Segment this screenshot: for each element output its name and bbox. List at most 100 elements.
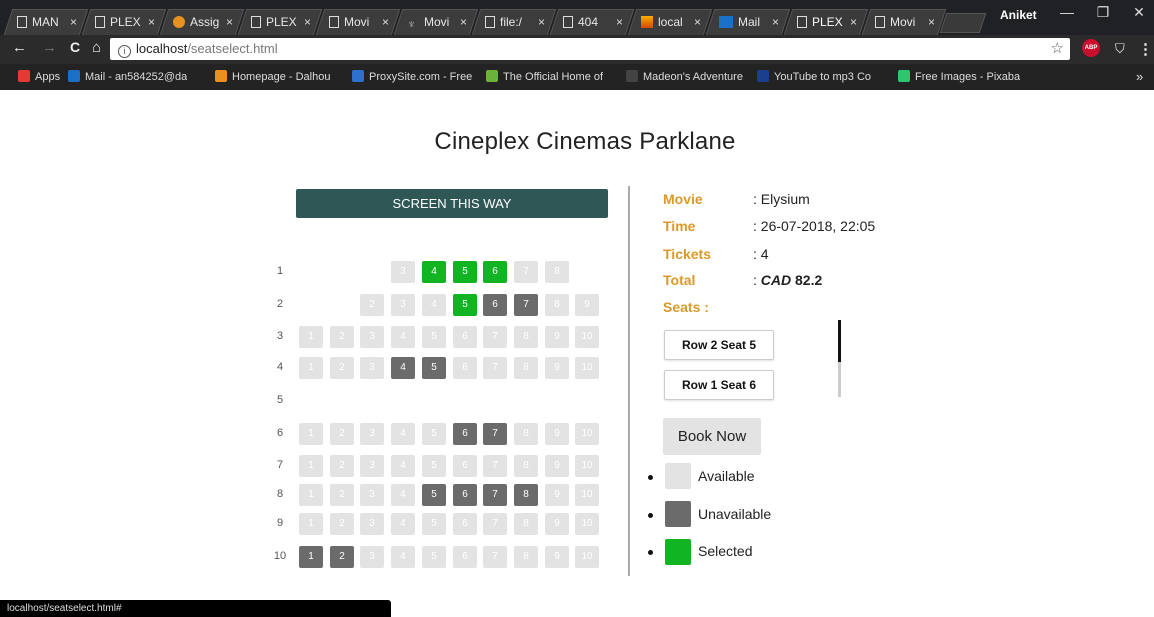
seat-available[interactable]: 3 [360,484,384,506]
seat-available[interactable]: 3 [360,326,384,348]
seat-available[interactable]: 5 [422,513,446,535]
seat-available[interactable]: 10 [575,513,599,535]
reload-icon[interactable]: C [70,39,80,55]
seat-available[interactable]: 4 [391,326,415,348]
bookmark-star-icon[interactable]: ☆ [1051,38,1064,60]
seat-available[interactable]: 3 [360,546,384,568]
seats-scrollbar-thumb[interactable] [838,320,841,362]
seat-available[interactable]: 5 [422,455,446,477]
apps-bookmark[interactable]: Apps [18,64,60,90]
seat-available[interactable]: 2 [330,455,354,477]
seat-available[interactable]: 6 [453,326,477,348]
tab-close-icon[interactable]: × [772,10,779,34]
close-window-icon[interactable]: ✕ [1124,4,1154,21]
seat-available[interactable]: 9 [545,455,569,477]
seat-available[interactable]: 6 [453,357,477,379]
bookmark-item[interactable]: Homepage - Dalhou [215,64,330,90]
seat-available[interactable]: 9 [575,294,599,316]
browser-tab[interactable]: local × [627,9,713,35]
bookmark-item[interactable]: YouTube to mp3 Co [757,64,871,90]
seat-available[interactable]: 2 [330,513,354,535]
tab-close-icon[interactable]: × [460,10,467,34]
profile-name[interactable]: Aniket [1000,8,1037,22]
bookmark-item[interactable]: ProxySite.com - Free [352,64,472,90]
seat-available[interactable]: 8 [514,326,538,348]
seat-available[interactable]: 3 [391,294,415,316]
bookmark-item[interactable]: The Official Home of [486,64,603,90]
seat-available[interactable]: 9 [545,484,569,506]
tab-close-icon[interactable]: × [850,10,857,34]
seat-available[interactable]: 8 [545,261,569,283]
seat-available[interactable]: 7 [514,261,538,283]
tab-close-icon[interactable]: × [616,10,623,34]
seat-available[interactable]: 3 [360,423,384,445]
seat-available[interactable]: 8 [514,357,538,379]
seat-available[interactable]: 7 [483,455,507,477]
adblock-icon[interactable]: ABP [1082,39,1100,57]
seat-available[interactable]: 7 [483,326,507,348]
seat-available[interactable]: 6 [453,546,477,568]
seat-available[interactable]: 1 [299,423,323,445]
seat-available[interactable]: 10 [575,357,599,379]
browser-tab[interactable]: Assig × [159,9,245,35]
seat-available[interactable]: 9 [545,546,569,568]
browser-tab[interactable]: PLEX × [237,9,323,35]
shield-icon[interactable]: ⛉ [1115,41,1125,57]
forward-icon[interactable]: → [42,39,57,56]
selected-seats-list[interactable]: Row 2 Seat 5 Row 1 Seat 6 [660,323,846,400]
seat-available[interactable]: 10 [575,484,599,506]
new-tab-button[interactable] [939,13,987,33]
seat-available[interactable]: 10 [575,455,599,477]
seat-available[interactable]: 1 [299,357,323,379]
bookmark-item[interactable]: Madeon's Adventure [626,64,743,90]
seat-available[interactable]: 8 [514,513,538,535]
browser-tab[interactable]: Movi × [315,9,401,35]
seat-available[interactable]: 5 [422,326,446,348]
browser-tab[interactable]: Mail × [705,9,791,35]
tab-close-icon[interactable]: × [694,10,701,34]
restore-icon[interactable]: ❐ [1088,4,1118,21]
seat-available[interactable]: 1 [299,455,323,477]
bookmark-item[interactable]: Mail - an584252@da [68,64,187,90]
bookmark-item[interactable]: Free Images - Pixaba [898,64,1020,90]
selected-seat-chip[interactable]: Row 2 Seat 5 [664,330,774,360]
seat-available[interactable]: 4 [391,484,415,506]
menu-icon[interactable]: ⋮ [1138,40,1153,58]
seat-selected[interactable]: 4 [422,261,446,283]
browser-tab[interactable]: PLEX × [783,9,869,35]
seat-available[interactable]: 2 [330,357,354,379]
tab-close-icon[interactable]: × [226,10,233,34]
seat-available[interactable]: 4 [422,294,446,316]
seat-available[interactable]: 2 [330,423,354,445]
address-bar[interactable]: i localhost/seatselect.html ☆ [110,38,1070,60]
seat-available[interactable]: 5 [422,546,446,568]
seat-available[interactable]: 4 [391,513,415,535]
seat-available[interactable]: 9 [545,513,569,535]
browser-tab[interactable]: MAN × [3,9,89,35]
seat-available[interactable]: 3 [391,261,415,283]
info-icon[interactable]: i [118,45,131,58]
seat-selected[interactable]: 5 [453,294,477,316]
book-now-button[interactable]: Book Now [663,418,761,455]
seat-available[interactable]: 5 [422,423,446,445]
seat-available[interactable]: 8 [514,423,538,445]
seat-available[interactable]: 9 [545,423,569,445]
seat-available[interactable]: 8 [545,294,569,316]
seat-available[interactable]: 6 [453,513,477,535]
tab-close-icon[interactable]: × [148,10,155,34]
seat-available[interactable]: 10 [575,546,599,568]
tab-close-icon[interactable]: × [928,10,935,34]
browser-tab[interactable]: ♆ Movi × [393,9,479,35]
browser-tab[interactable]: file:/ × [471,9,557,35]
seat-available[interactable]: 6 [453,455,477,477]
tab-close-icon[interactable]: × [538,10,545,34]
seat-selected[interactable]: 6 [483,261,507,283]
seat-available[interactable]: 8 [514,546,538,568]
seat-available[interactable]: 10 [575,326,599,348]
seat-available[interactable]: 9 [545,326,569,348]
seat-available[interactable]: 1 [299,484,323,506]
seat-available[interactable]: 3 [360,357,384,379]
minimize-icon[interactable]: — [1052,4,1082,20]
seat-selected[interactable]: 5 [453,261,477,283]
seat-available[interactable]: 7 [483,513,507,535]
